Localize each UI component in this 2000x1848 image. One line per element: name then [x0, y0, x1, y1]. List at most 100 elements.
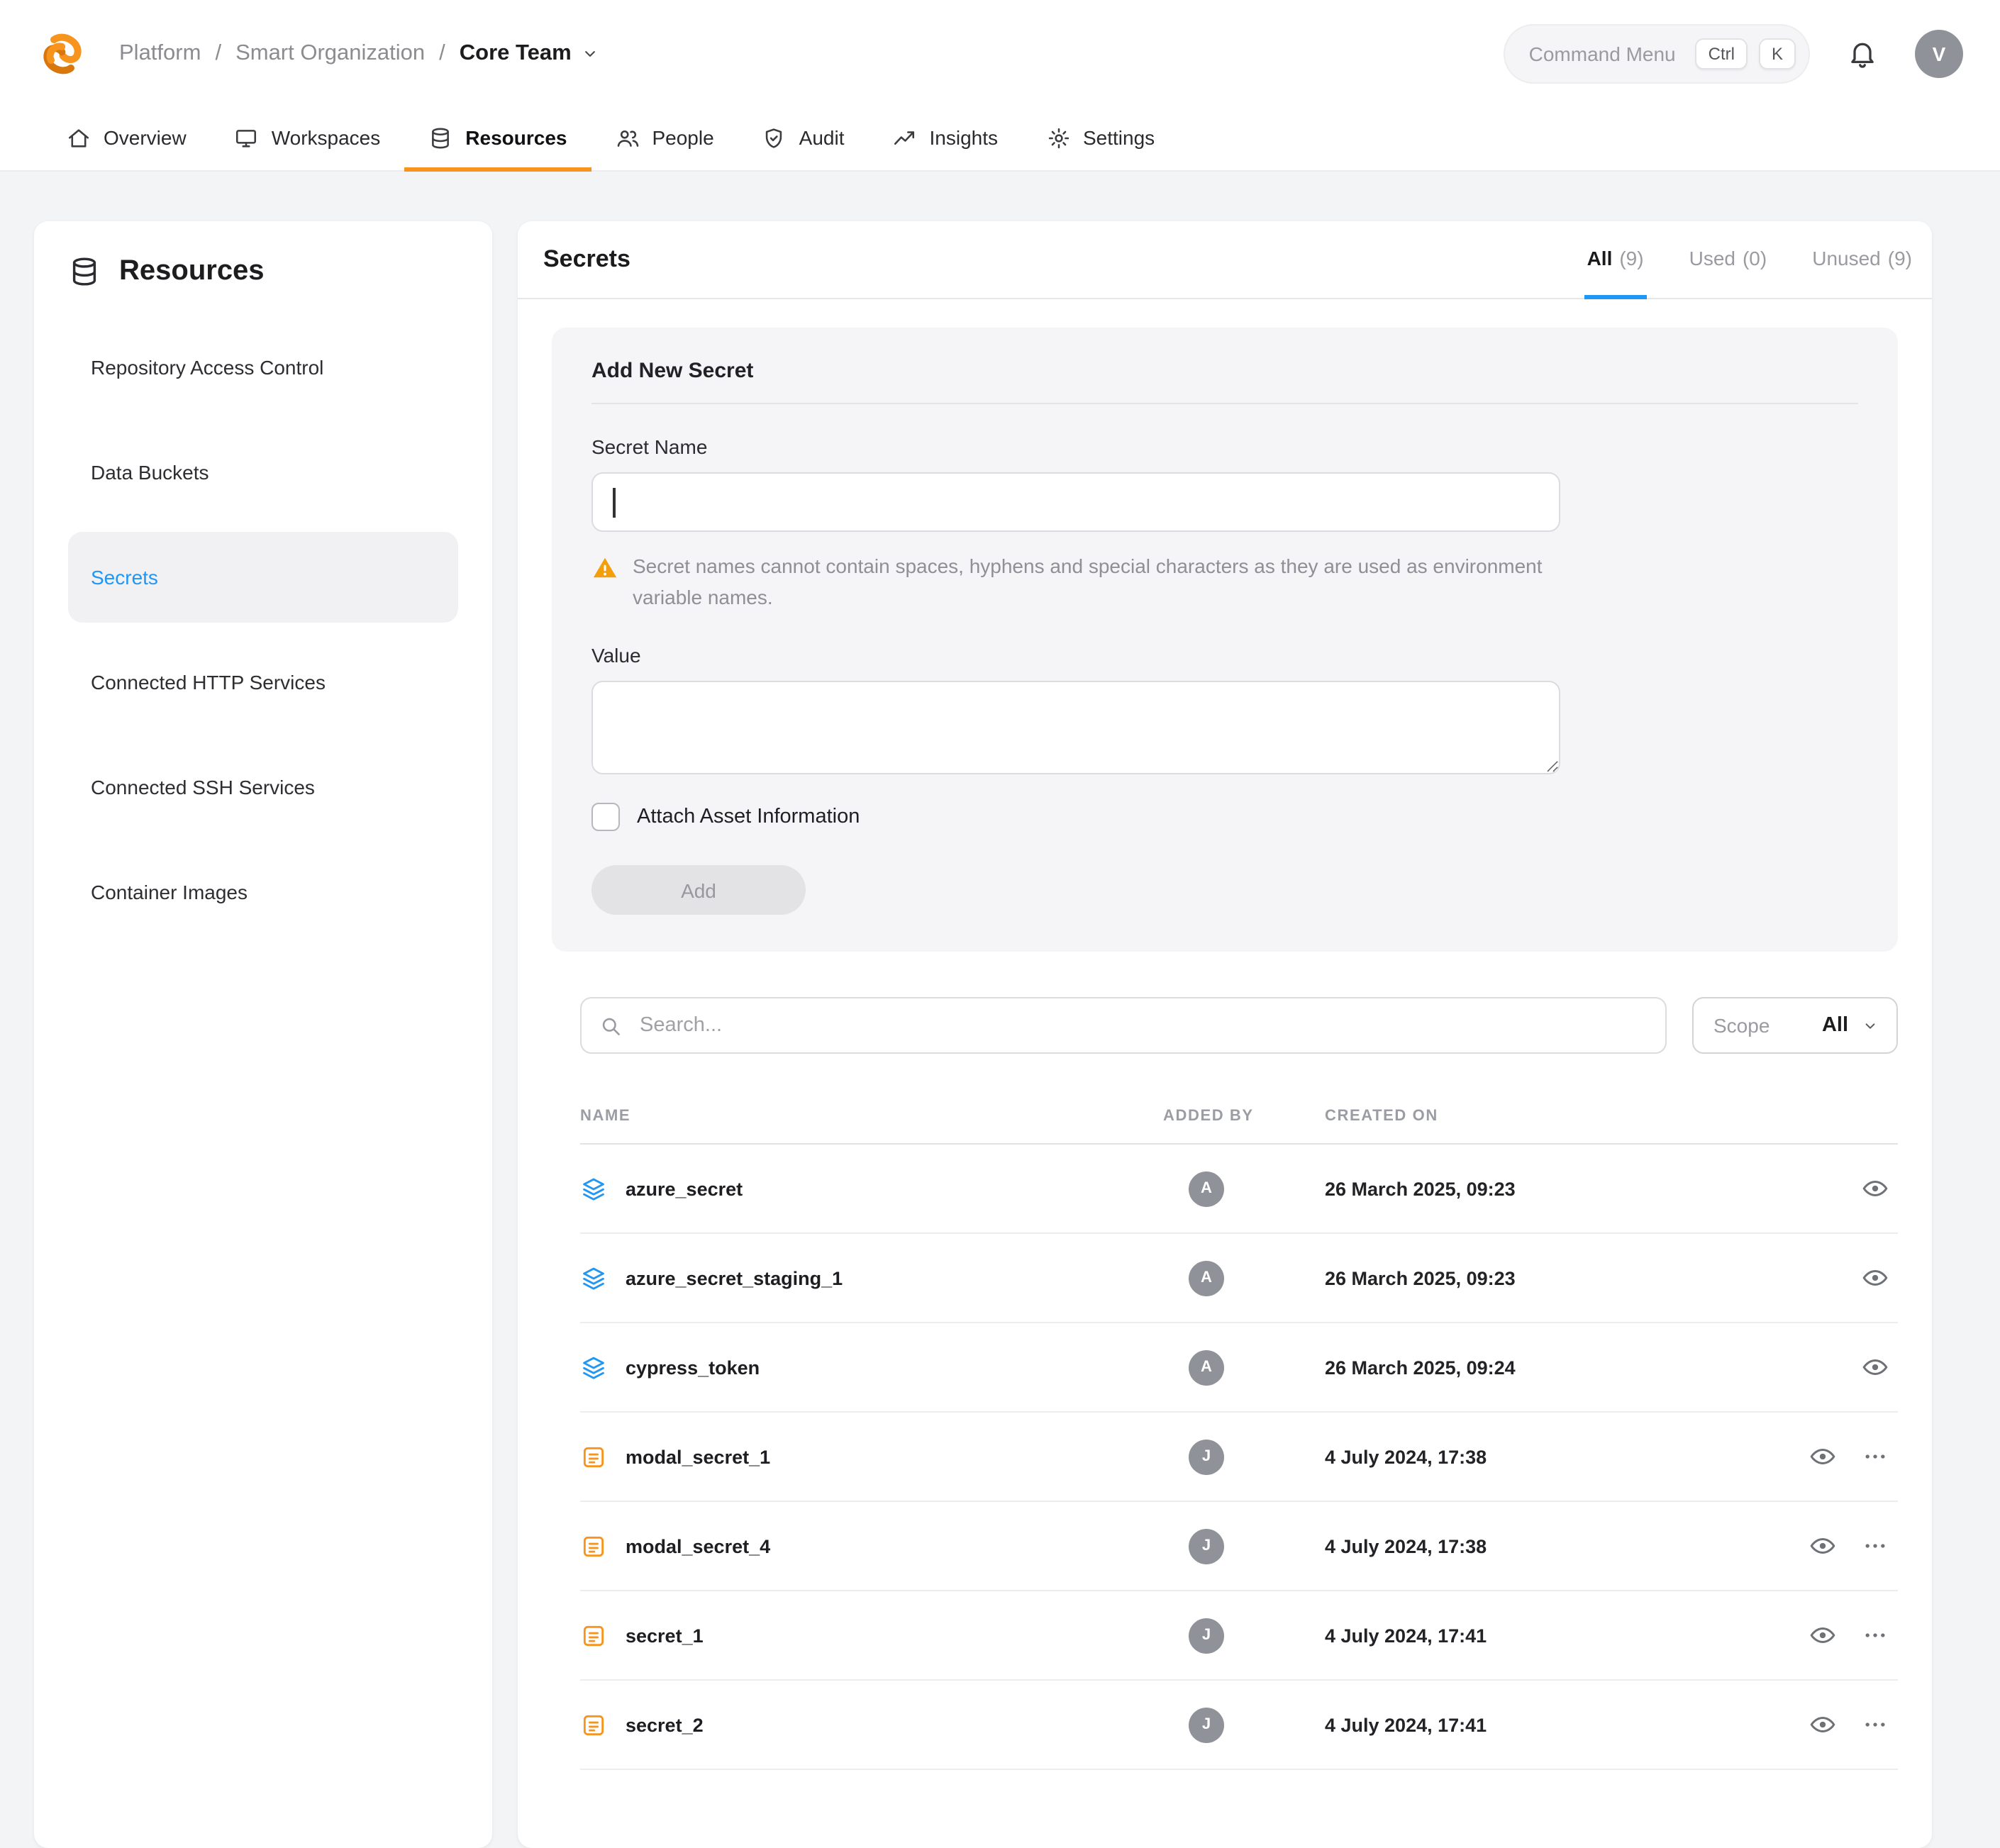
filter-tab-used[interactable]: Used (0): [1687, 221, 1770, 299]
row-menu-ellipsis-icon[interactable]: [1861, 1532, 1889, 1561]
reveal-secret-eye-icon[interactable]: [1809, 1532, 1837, 1561]
attach-asset-checkbox[interactable]: [591, 803, 620, 832]
notifications-bell-icon[interactable]: [1847, 38, 1878, 69]
table-row-modal-secret-1[interactable]: modal_secret_1 J 4 July 2024, 17:38: [580, 1413, 1898, 1503]
secrets-toolbar: Scope All: [580, 998, 1898, 1054]
scope-dropdown[interactable]: Scope All: [1692, 998, 1898, 1054]
scope-label: Scope: [1713, 1015, 1770, 1037]
topbar-left: Platform / Smart Organization / Core Tea…: [37, 28, 600, 79]
secrets-panel: Secrets All (9) Used (0): [518, 221, 1932, 1848]
sidebar-item-secrets[interactable]: Secrets: [68, 532, 458, 623]
app-logo-icon[interactable]: [37, 28, 88, 79]
sidebar-item-connected-http-services[interactable]: Connected HTTP Services: [68, 637, 458, 728]
primary-nav: Overview Workspaces Resources People: [0, 108, 2000, 172]
secret-name: modal_secret_4: [626, 1536, 770, 1557]
table-row-secret-1[interactable]: secret_1 J 4 July 2024, 17:41: [580, 1592, 1898, 1681]
filter-tab-all[interactable]: All (9): [1584, 221, 1647, 299]
layers-icon: [580, 1176, 607, 1203]
app: Platform / Smart Organization / Core Tea…: [0, 0, 2000, 1847]
secret-name: cypress_token: [626, 1357, 760, 1379]
warning-icon: [591, 555, 618, 581]
sidebar-item-data-buckets[interactable]: Data Buckets: [68, 427, 458, 518]
table-row-cypress-token[interactable]: cypress_token A 26 March 2025, 09:24: [580, 1324, 1898, 1413]
command-menu-button[interactable]: Command Menu Ctrl K: [1504, 24, 1810, 84]
created-on-value: 4 July 2024, 17:41: [1325, 1715, 1756, 1736]
nav-tab-resources[interactable]: Resources: [404, 108, 591, 172]
created-on-value: 26 March 2025, 09:24: [1325, 1357, 1756, 1379]
breadcrumb-platform[interactable]: Platform: [119, 41, 201, 67]
secret-name: azure_secret: [626, 1179, 743, 1200]
secret-name: secret_1: [626, 1625, 704, 1647]
sidebar-list: Repository Access Control Data Buckets S…: [68, 322, 458, 937]
sidebar-item-connected-ssh-services[interactable]: Connected SSH Services: [68, 742, 458, 833]
layers-icon: [580, 1265, 607, 1292]
search-input[interactable]: [637, 1013, 1648, 1039]
ctrl-key-badge: Ctrl: [1696, 38, 1748, 69]
breadcrumb-team-selector[interactable]: Core Team: [460, 41, 600, 67]
monitor-icon: [235, 126, 259, 150]
database-icon: [428, 126, 452, 150]
reveal-secret-eye-icon[interactable]: [1861, 1264, 1889, 1293]
table-header: NAME ADDED BY CREATED ON: [580, 1108, 1898, 1145]
table-row-azure-secret[interactable]: azure_secret A 26 March 2025, 09:23: [580, 1145, 1898, 1235]
home-icon: [67, 126, 91, 150]
row-menu-ellipsis-icon[interactable]: [1861, 1443, 1889, 1471]
secrets-filter-tabs: All (9) Used (0) Unused (9): [1584, 221, 1915, 298]
chart-icon: [893, 126, 917, 150]
nav-tab-people[interactable]: People: [591, 108, 738, 172]
reveal-secret-eye-icon[interactable]: [1809, 1711, 1837, 1740]
chevron-down-icon: [580, 44, 600, 64]
page-title: Secrets: [543, 221, 630, 298]
add-secret-button[interactable]: Add: [591, 866, 806, 915]
filter-tab-unused[interactable]: Unused (9): [1809, 221, 1915, 299]
nav-tab-overview[interactable]: Overview: [43, 108, 211, 172]
breadcrumb-team-label: Core Team: [460, 41, 572, 67]
command-menu-label: Command Menu: [1529, 43, 1676, 65]
reveal-secret-eye-icon[interactable]: [1809, 1443, 1837, 1471]
secret-value-textarea[interactable]: [591, 681, 1560, 775]
created-on-value: 26 March 2025, 09:23: [1325, 1268, 1756, 1289]
row-menu-ellipsis-icon[interactable]: [1861, 1711, 1889, 1740]
table-row-modal-secret-4[interactable]: modal_secret_4 J 4 July 2024, 17:38: [580, 1503, 1898, 1592]
breadcrumb-separator: /: [215, 41, 221, 67]
sidebar-item-container-images[interactable]: Container Images: [68, 847, 458, 937]
secret-name-input[interactable]: [591, 472, 1560, 532]
row-menu-ellipsis-icon[interactable]: [1861, 1622, 1889, 1650]
scope-value: All: [1822, 1015, 1848, 1037]
breadcrumb-organization[interactable]: Smart Organization: [235, 41, 425, 67]
secret-name: secret_2: [626, 1715, 704, 1736]
search-icon: [599, 1014, 623, 1038]
breadcrumb: Platform / Smart Organization / Core Tea…: [119, 41, 600, 67]
reveal-secret-eye-icon[interactable]: [1809, 1622, 1837, 1650]
topbar: Platform / Smart Organization / Core Tea…: [0, 0, 2000, 108]
created-on-value: 4 July 2024, 17:38: [1325, 1447, 1756, 1468]
nav-tab-workspaces[interactable]: Workspaces: [211, 108, 405, 172]
nav-tab-settings[interactable]: Settings: [1022, 108, 1179, 172]
secrets-table: NAME ADDED BY CREATED ON azure_secret: [580, 1108, 1898, 1771]
attach-asset-row[interactable]: Attach Asset Information: [591, 803, 1858, 832]
topbar-right: Command Menu Ctrl K V: [1504, 24, 1963, 84]
search-box[interactable]: [580, 998, 1667, 1054]
add-secret-card: Add New Secret Secret Name Secret names …: [552, 328, 1898, 952]
nav-tab-audit[interactable]: Audit: [738, 108, 869, 172]
sidebar-item-repository-access-control[interactable]: Repository Access Control: [68, 322, 458, 413]
user-avatar[interactable]: V: [1915, 30, 1963, 78]
table-row-azure-secret-staging-1[interactable]: azure_secret_staging_1 A 26 March 2025, …: [580, 1235, 1898, 1324]
app-chrome: Platform / Smart Organization / Core Tea…: [0, 0, 2000, 172]
reveal-secret-eye-icon[interactable]: [1861, 1354, 1889, 1382]
document-icon: [580, 1622, 607, 1649]
added-by-avatar: A: [1189, 1261, 1224, 1296]
column-name: NAME: [580, 1108, 1163, 1125]
nav-tab-insights[interactable]: Insights: [869, 108, 1023, 172]
people-icon: [615, 126, 639, 150]
reveal-secret-eye-icon[interactable]: [1861, 1175, 1889, 1203]
secret-name: azure_secret_staging_1: [626, 1268, 843, 1289]
chevron-down-icon: [1861, 1017, 1879, 1035]
column-created-on: CREATED ON: [1325, 1108, 1756, 1125]
document-icon: [580, 1533, 607, 1560]
created-on-value: 4 July 2024, 17:38: [1325, 1536, 1756, 1557]
document-icon: [580, 1712, 607, 1739]
added-by-avatar: J: [1189, 1440, 1224, 1475]
shield-icon: [762, 126, 787, 150]
table-row-secret-2[interactable]: secret_2 J 4 July 2024, 17:41: [580, 1681, 1898, 1771]
